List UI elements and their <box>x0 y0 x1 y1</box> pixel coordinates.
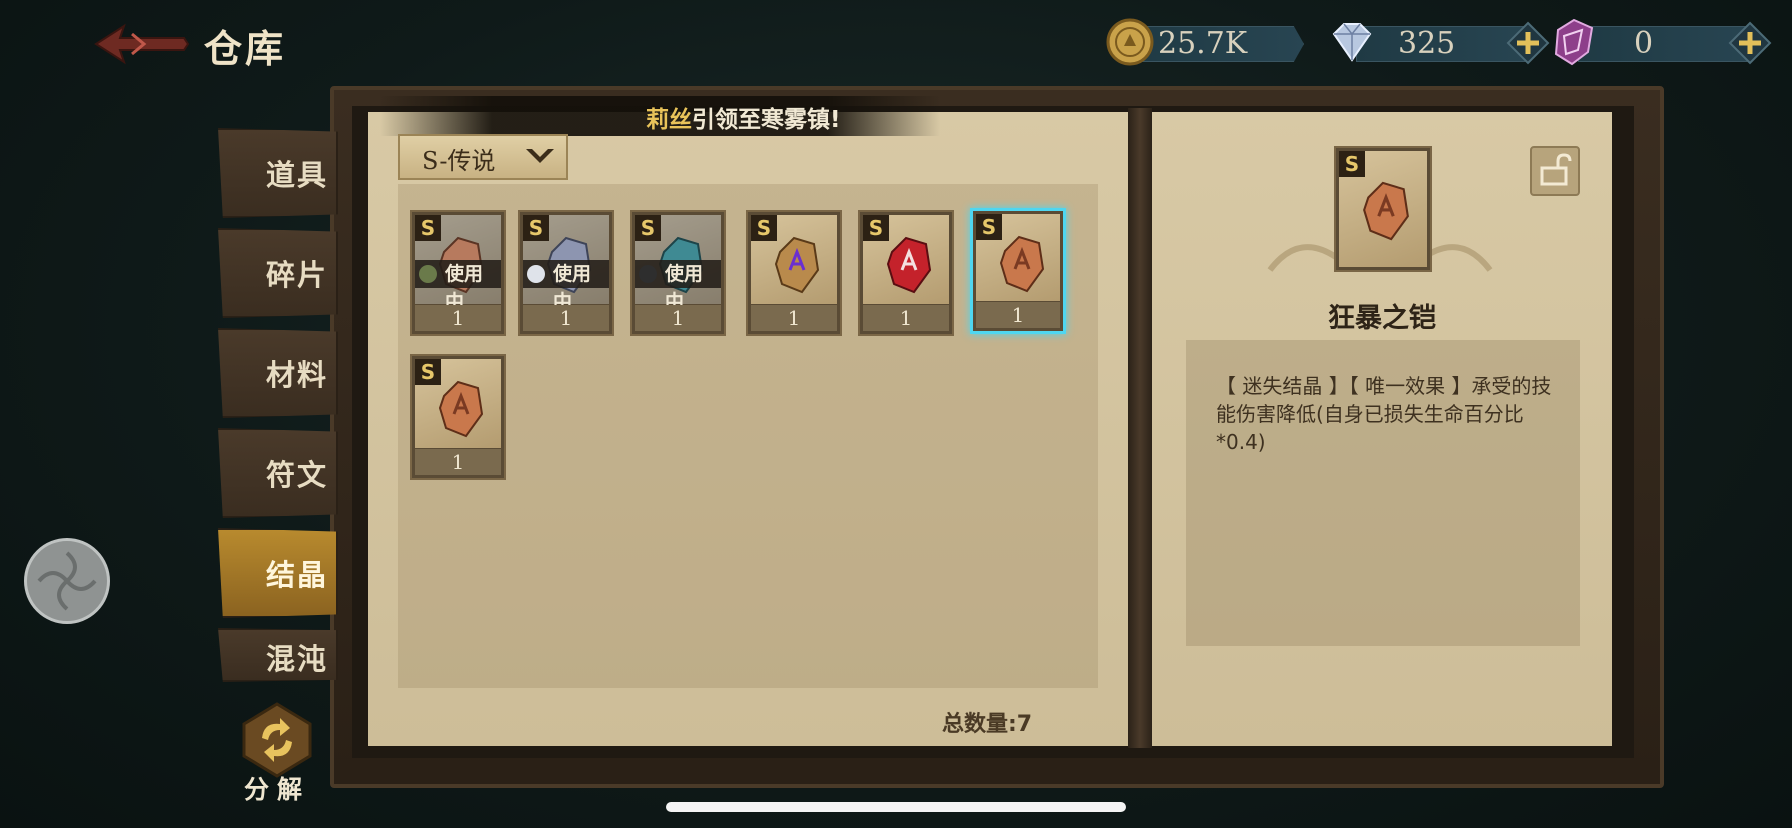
total-count: 总数量:7 <box>942 712 1033 737</box>
item-count: 1 <box>635 305 721 331</box>
inventory-item[interactable]: S 1 <box>410 354 506 480</box>
gold-coin-icon <box>1106 18 1154 66</box>
crystal-icon <box>1363 181 1409 241</box>
rarity-badge: S <box>415 359 441 385</box>
rarity-badge: S <box>635 215 661 241</box>
gem-value: 0 <box>1634 26 1654 61</box>
news-banner: 莉丝引领至寒雾镇! <box>380 96 940 136</box>
inventory-item[interactable]: S 使用中 1 <box>518 210 614 336</box>
in-use-tag: 使用中 <box>523 260 609 313</box>
tab-label: 符文 <box>265 458 328 492</box>
quick-menu-button[interactable] <box>24 538 110 624</box>
item-count: 1 <box>863 305 949 331</box>
inventory-item[interactable]: S 使用中 1 <box>410 210 506 336</box>
tab-crystals[interactable]: 结晶 <box>218 528 338 618</box>
decompose-label: 分解 <box>244 775 311 804</box>
selected-item-name: 狂暴之铠 <box>1328 303 1436 334</box>
tab-label: 材料 <box>265 358 328 392</box>
inventory-item[interactable]: S 1 <box>746 210 842 336</box>
diamond-value: 325 <box>1398 26 1456 61</box>
banner-highlight: 莉丝 <box>646 107 692 133</box>
tab-label: 碎片 <box>265 258 328 292</box>
crystal-icon <box>774 236 820 294</box>
inventory-item[interactable]: S 使用中 1 <box>630 210 726 336</box>
unlock-icon <box>1540 153 1572 186</box>
back-arrow-icon <box>94 23 190 65</box>
crystal-icon <box>438 380 484 438</box>
in-use-tag: 使用中 <box>415 260 501 313</box>
hero-avatar-icon <box>419 265 437 283</box>
banner-message: 引领至寒雾镇! <box>692 107 841 133</box>
rarity-badge: S <box>1339 151 1365 177</box>
crystal-icon <box>886 236 932 294</box>
item-count: 1 <box>415 449 501 475</box>
tab-label: 结晶 <box>265 558 328 592</box>
currency-coin: 25.7K <box>1104 16 1304 70</box>
banner-text: 莉丝引领至寒雾镇! <box>646 100 841 134</box>
add-diamond-button[interactable] <box>1506 21 1550 65</box>
tab-items[interactable]: 道具 <box>218 128 338 218</box>
rarity-badge: S <box>863 215 889 241</box>
diamond-icon <box>1332 23 1372 62</box>
add-gem-button[interactable] <box>1728 21 1772 65</box>
rarity-filter-dropdown[interactable]: S-传说 <box>398 134 568 180</box>
coin-value: 25.7K <box>1158 26 1248 61</box>
filter-selected-label: S-传说 <box>422 147 496 175</box>
item-count: 1 <box>976 302 1060 328</box>
tab-runes[interactable]: 符文 <box>218 428 338 518</box>
hero-avatar-icon <box>639 265 657 283</box>
purple-crystal-icon <box>1554 18 1594 66</box>
fan-icon <box>37 551 97 611</box>
selected-item-icon: S <box>1334 146 1432 272</box>
rarity-badge: S <box>523 215 549 241</box>
rarity-badge: S <box>976 214 1002 240</box>
selected-item-description: 【 迷失结晶 】【 唯一效果 】承受的技能伤害降低(自身已损失生命百分比*0.4… <box>1216 374 1552 454</box>
chevron-down-icon <box>526 149 554 163</box>
hero-avatar-icon <box>527 265 545 283</box>
item-count: 1 <box>523 305 609 331</box>
tab-label: 混沌 <box>265 642 328 676</box>
item-count: 1 <box>751 305 837 331</box>
tab-fragments[interactable]: 碎片 <box>218 228 338 318</box>
page-title: 仓库 <box>204 26 287 71</box>
decompose-button[interactable] <box>236 700 318 780</box>
home-indicator <box>666 802 1126 812</box>
currency-gem: 0 <box>1548 16 1778 70</box>
inventory-item[interactable]: S 1 <box>970 208 1066 334</box>
tab-chaos[interactable]: 混沌 <box>218 628 338 682</box>
rarity-badge: S <box>751 215 777 241</box>
tab-label: 道具 <box>265 158 328 192</box>
lock-toggle-button[interactable] <box>1530 146 1580 196</box>
rarity-badge: S <box>415 215 441 241</box>
currency-diamond: 325 <box>1326 16 1556 70</box>
tab-materials[interactable]: 材料 <box>218 328 338 418</box>
recycle-icon <box>242 702 312 778</box>
item-count: 1 <box>415 305 501 331</box>
crystal-icon <box>999 235 1045 293</box>
inventory-item[interactable]: S 1 <box>858 210 954 336</box>
in-use-tag: 使用中 <box>635 260 721 313</box>
back-button[interactable] <box>92 20 192 68</box>
book-spine <box>1128 108 1152 748</box>
